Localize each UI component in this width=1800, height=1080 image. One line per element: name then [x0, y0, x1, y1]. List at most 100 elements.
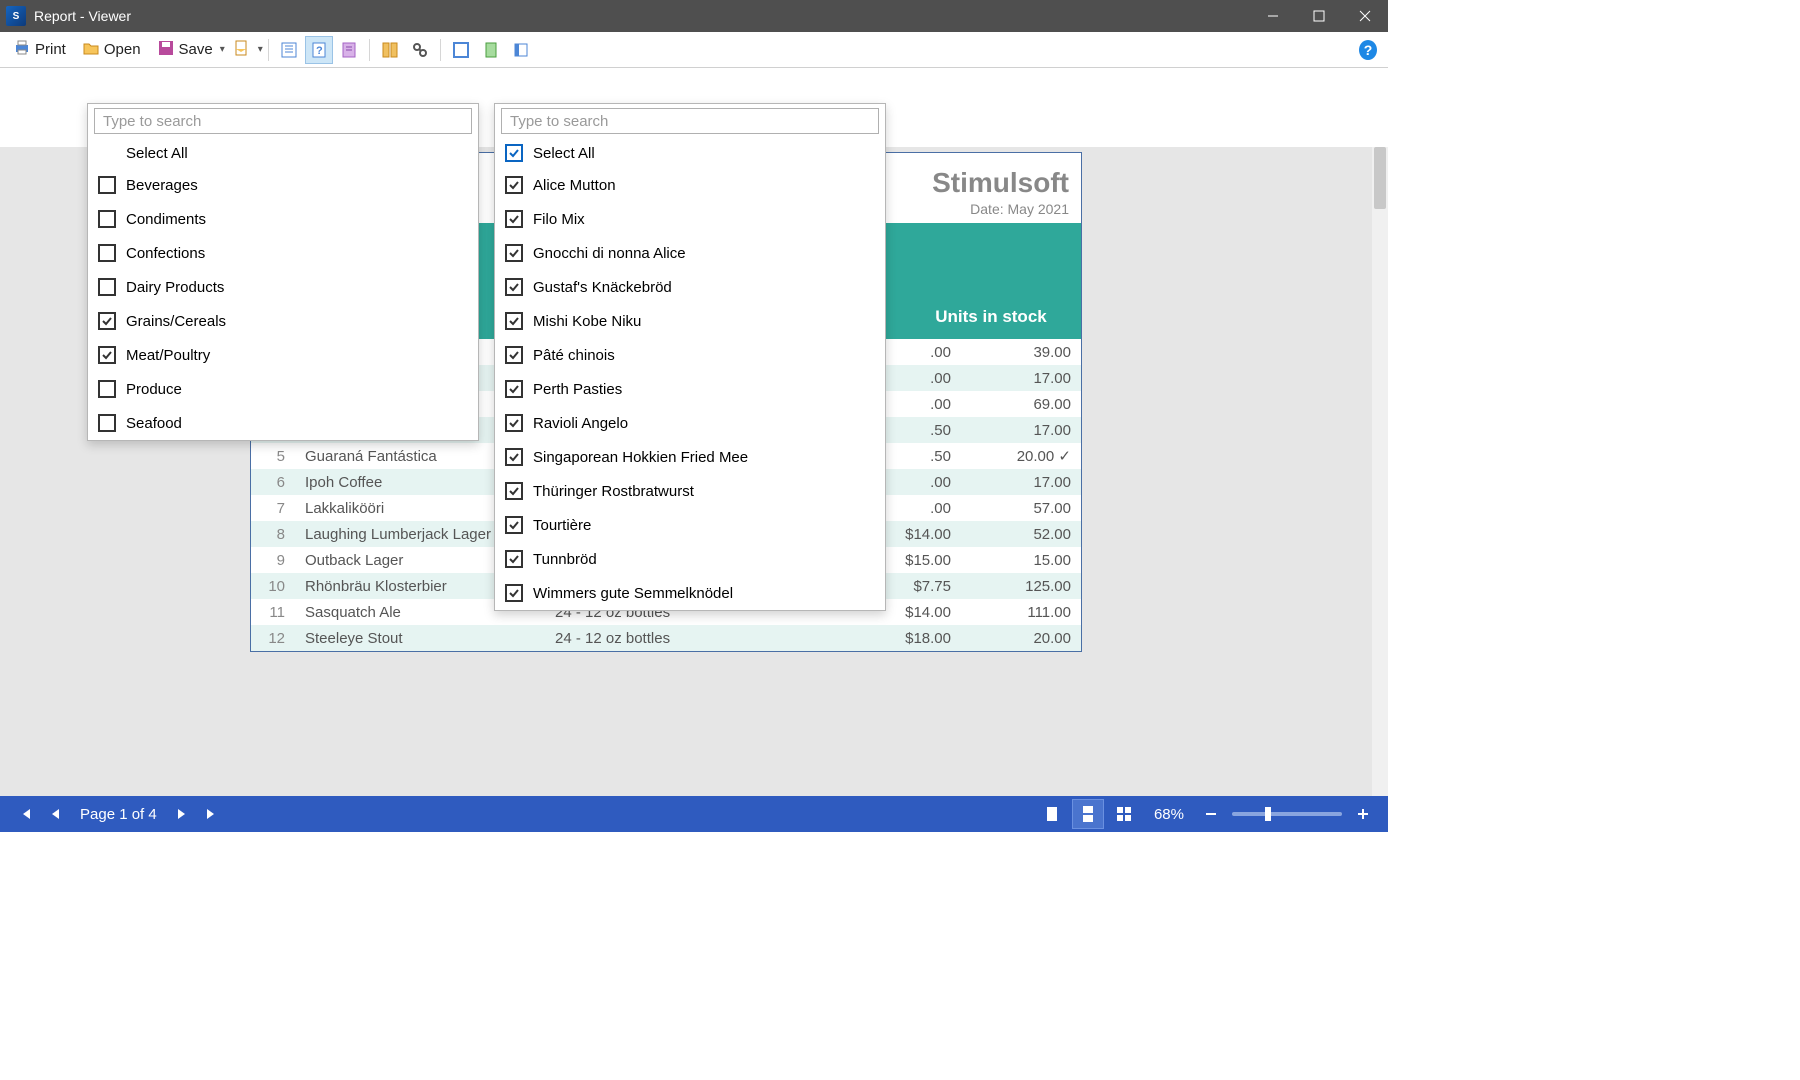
continuous-view-button[interactable] — [1072, 799, 1104, 829]
category-search-input[interactable] — [94, 108, 472, 134]
category-select-all[interactable]: Select All — [88, 138, 478, 168]
table-row: 12Steeleye Stout24 - 12 oz bottles$18.00… — [251, 625, 1081, 651]
multiple-pages-view-button[interactable] — [1108, 799, 1140, 829]
dropdown-option[interactable]: Dairy Products — [88, 270, 478, 304]
dropdown-option[interactable]: Alice Mutton — [495, 168, 885, 202]
dropdown-option[interactable]: Gustaf's Knäckebröd — [495, 270, 885, 304]
dropdown-option[interactable]: Filo Mix — [495, 202, 885, 236]
next-page-button[interactable] — [167, 800, 197, 828]
dropdown-option[interactable]: Produce — [88, 372, 478, 406]
option-label: Confections — [126, 245, 205, 262]
units-in-stock: 111.00 — [961, 599, 1081, 625]
units-in-stock: 125.00 — [961, 573, 1081, 599]
last-page-button[interactable] — [197, 800, 227, 828]
zoom-out-button[interactable] — [1196, 800, 1226, 828]
thumbnails-button[interactable] — [376, 36, 404, 64]
product-select-all[interactable]: Select All — [495, 138, 885, 168]
option-checkbox[interactable] — [505, 176, 523, 194]
select-all-checkbox-indeterminate[interactable] — [98, 144, 116, 162]
dropdown-option[interactable]: Tunnbröd — [495, 542, 885, 576]
window-maximize-button[interactable] — [1296, 0, 1342, 32]
option-checkbox[interactable] — [505, 380, 523, 398]
report-date: Date: May 2021 — [970, 201, 1069, 217]
separator — [369, 39, 370, 61]
report-brand: Stimulsoft — [932, 167, 1069, 199]
dropdown-option[interactable]: Gnocchi di nonna Alice — [495, 236, 885, 270]
dropdown-option[interactable]: Ravioli Angelo — [495, 406, 885, 440]
open-label: Open — [104, 41, 141, 58]
option-checkbox[interactable] — [98, 176, 116, 194]
units-in-stock: 17.00 — [961, 469, 1081, 495]
option-label: Gnocchi di nonna Alice — [533, 245, 686, 262]
option-label: Produce — [126, 381, 182, 398]
single-page-view-button[interactable] — [1036, 799, 1068, 829]
option-checkbox[interactable] — [505, 346, 523, 364]
dropdown-option[interactable]: Tourtière — [495, 508, 885, 542]
window-close-button[interactable] — [1342, 0, 1388, 32]
option-checkbox[interactable] — [505, 278, 523, 296]
option-checkbox[interactable] — [98, 380, 116, 398]
row-number: 5 — [251, 443, 295, 469]
dropdown-option[interactable]: Singaporean Hokkien Fried Mee — [495, 440, 885, 474]
zoom-level: 68% — [1154, 806, 1184, 823]
option-label: Filo Mix — [533, 211, 585, 228]
open-button[interactable]: Open — [75, 36, 148, 64]
dropdown-option[interactable]: Perth Pasties — [495, 372, 885, 406]
option-checkbox[interactable] — [98, 278, 116, 296]
option-checkbox[interactable] — [505, 516, 523, 534]
units-in-stock: 17.00 — [961, 417, 1081, 443]
send-email-button[interactable]: ▾ — [234, 36, 262, 64]
option-checkbox[interactable] — [98, 312, 116, 330]
select-all-checkbox-checked[interactable] — [505, 144, 523, 162]
dropdown-option[interactable]: Thüringer Rostbratwurst — [495, 474, 885, 508]
option-checkbox[interactable] — [505, 244, 523, 262]
option-checkbox[interactable] — [505, 312, 523, 330]
option-checkbox[interactable] — [505, 210, 523, 228]
option-label: Seafood — [126, 415, 182, 432]
dropdown-option[interactable]: Wimmers gute Semmelknödel — [495, 576, 885, 610]
dropdown-option[interactable]: Beverages — [88, 168, 478, 202]
option-label: Thüringer Rostbratwurst — [533, 483, 694, 500]
option-checkbox[interactable] — [505, 584, 523, 602]
save-button[interactable]: Save ▾ — [150, 36, 232, 64]
vertical-scrollbar[interactable] — [1372, 147, 1388, 796]
row-number: 8 — [251, 521, 295, 547]
dot-matrix-button[interactable] — [507, 36, 535, 64]
option-checkbox[interactable] — [98, 210, 116, 228]
zoom-in-button[interactable] — [1348, 800, 1378, 828]
option-checkbox[interactable] — [505, 482, 523, 500]
print-label: Print — [35, 41, 66, 58]
dropdown-option[interactable]: Grains/Cereals — [88, 304, 478, 338]
option-checkbox[interactable] — [505, 448, 523, 466]
parameters-button[interactable]: ? — [305, 36, 333, 64]
dropdown-option[interactable]: Meat/Poultry — [88, 338, 478, 372]
units-in-stock: 52.00 — [961, 521, 1081, 547]
single-page-button[interactable] — [477, 36, 505, 64]
scrollbar-thumb[interactable] — [1374, 147, 1386, 209]
toolbar: Print Open Save ▾ ▾ ? ? — [0, 32, 1388, 68]
option-checkbox[interactable] — [98, 414, 116, 432]
dropdown-option[interactable]: Pâté chinois — [495, 338, 885, 372]
resources-button[interactable] — [335, 36, 363, 64]
dropdown-option[interactable]: Mishi Kobe Niku — [495, 304, 885, 338]
first-page-button[interactable] — [10, 800, 40, 828]
product-search-input[interactable] — [501, 108, 879, 134]
window-minimize-button[interactable] — [1250, 0, 1296, 32]
prev-page-button[interactable] — [40, 800, 70, 828]
dropdown-option[interactable]: Seafood — [88, 406, 478, 440]
option-checkbox[interactable] — [505, 414, 523, 432]
option-checkbox[interactable] — [505, 550, 523, 568]
dropdown-option[interactable]: Confections — [88, 236, 478, 270]
option-checkbox[interactable] — [98, 244, 116, 262]
print-button[interactable]: Print — [6, 36, 73, 64]
dropdown-option[interactable]: Condiments — [88, 202, 478, 236]
find-button[interactable] — [406, 36, 434, 64]
row-number: 7 — [251, 495, 295, 521]
fullscreen-button[interactable] — [447, 36, 475, 64]
select-all-label: Select All — [533, 145, 595, 162]
option-checkbox[interactable] — [98, 346, 116, 364]
zoom-slider[interactable] — [1232, 812, 1342, 816]
zoom-slider-thumb[interactable] — [1265, 807, 1271, 821]
help-button[interactable]: ? — [1354, 36, 1382, 64]
bookmarks-button[interactable] — [275, 36, 303, 64]
